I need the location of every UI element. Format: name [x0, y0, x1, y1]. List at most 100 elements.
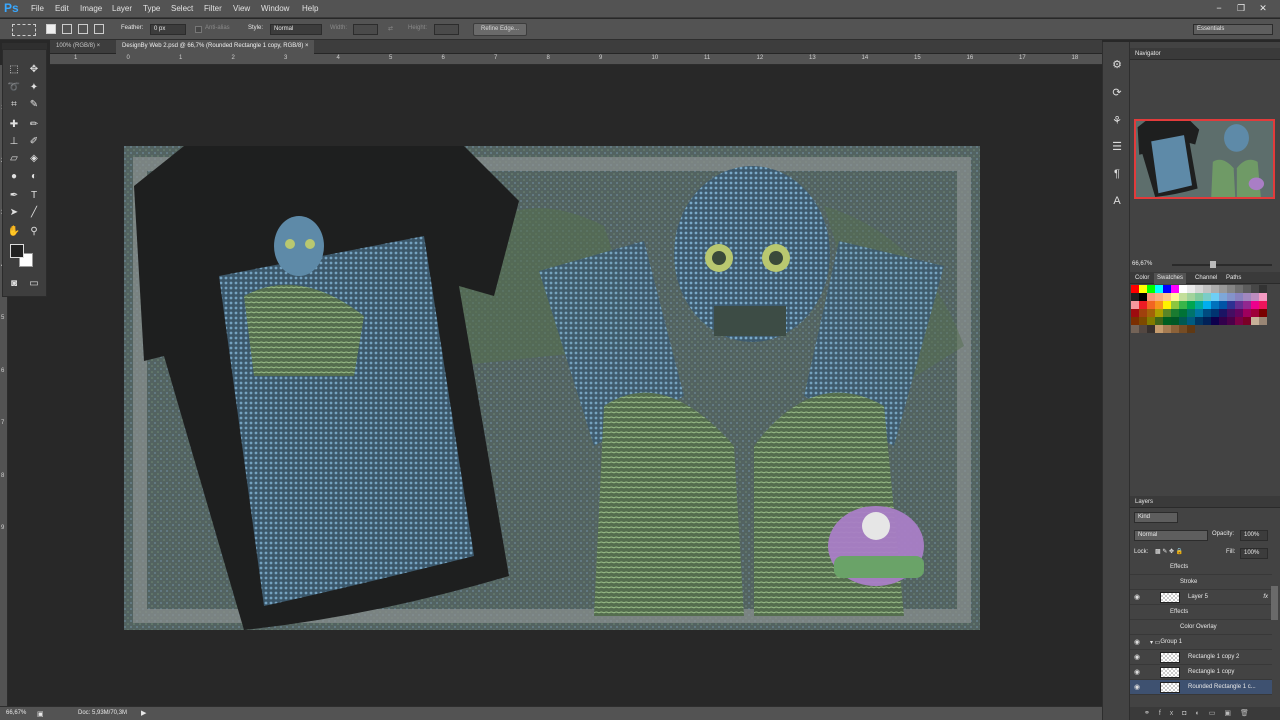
subtract-selection-icon[interactable]	[78, 24, 88, 34]
history-panel-icon[interactable]: ⚙	[1109, 56, 1125, 72]
color-swatch[interactable]	[1163, 317, 1171, 325]
restore-icon[interactable]: ❐	[1230, 1, 1252, 15]
color-swatch[interactable]	[1139, 309, 1147, 317]
magic-wand-icon[interactable]: ✦	[26, 80, 42, 94]
color-swatch[interactable]	[1163, 301, 1171, 309]
navigator-zoom[interactable]: 66,67%	[1132, 261, 1152, 267]
visibility-eye-icon[interactable]: ◉	[1130, 683, 1144, 691]
color-swatch[interactable]	[1131, 325, 1139, 333]
color-swatch[interactable]	[1163, 309, 1171, 317]
color-swatch[interactable]	[1227, 293, 1235, 301]
color-swatch[interactable]	[1187, 317, 1195, 325]
color-swatch[interactable]	[1251, 317, 1259, 325]
color-swatch[interactable]	[1171, 317, 1179, 325]
screen-mode-icon[interactable]: ▭	[26, 276, 42, 290]
document-canvas[interactable]	[124, 146, 980, 630]
lasso-tool-icon[interactable]: ➰	[6, 80, 22, 94]
swap-dimensions-icon[interactable]: ⇄	[388, 25, 393, 32]
layers-panel-title[interactable]: Layers	[1130, 496, 1280, 508]
menu-edit[interactable]: Edit	[55, 4, 69, 13]
color-swatch[interactable]	[1155, 293, 1163, 301]
color-swatch[interactable]	[1131, 309, 1139, 317]
color-swatch[interactable]	[1211, 285, 1219, 293]
color-swatch[interactable]	[1179, 285, 1187, 293]
color-swatch[interactable]	[1251, 293, 1259, 301]
navigator-slider-handle[interactable]	[1210, 261, 1216, 268]
color-swatch[interactable]	[1155, 309, 1163, 317]
color-swatch[interactable]	[1163, 325, 1171, 333]
color-swatch[interactable]	[1147, 309, 1155, 317]
color-swatch[interactable]	[1203, 301, 1211, 309]
marquee-tool-preset-icon[interactable]	[12, 24, 36, 36]
menu-help[interactable]: Help	[302, 4, 318, 13]
color-swatch[interactable]	[1155, 317, 1163, 325]
color-swatch[interactable]	[1131, 317, 1139, 325]
color-swatch[interactable]	[1139, 317, 1147, 325]
color-swatch[interactable]	[1187, 285, 1195, 293]
style-select[interactable]: Normal	[270, 24, 322, 35]
navigator-thumbnail[interactable]	[1134, 119, 1275, 199]
line-tool-icon[interactable]: ╱	[26, 205, 42, 219]
color-swatch[interactable]	[1211, 317, 1219, 325]
dodge-tool-icon[interactable]: ◐	[26, 169, 42, 183]
menu-window[interactable]: Window	[261, 4, 289, 13]
color-swatch[interactable]	[1219, 293, 1227, 301]
opacity-input[interactable]: 100%	[1240, 530, 1268, 541]
fill-input[interactable]: 100%	[1240, 548, 1268, 559]
pen-tool-icon[interactable]: ✒	[6, 188, 22, 202]
hand-tool-icon[interactable]: ✋	[6, 224, 22, 238]
color-swatch[interactable]	[1219, 285, 1227, 293]
blend-mode-select[interactable]: Normal	[1134, 530, 1208, 541]
color-swatch[interactable]	[1227, 285, 1235, 293]
brush-panel-icon[interactable]: ⚘	[1109, 112, 1125, 128]
visibility-eye-icon[interactable]: ◉	[1130, 668, 1144, 676]
color-swatch[interactable]	[1187, 309, 1195, 317]
antialias-checkbox[interactable]	[195, 26, 202, 33]
color-swatch[interactable]	[1179, 325, 1187, 333]
lock-icons[interactable]: ▩ ✎ ✥ 🔒	[1155, 548, 1183, 555]
color-swatch[interactable]	[1163, 285, 1171, 293]
adjustments-panel-icon[interactable]: ☰	[1109, 138, 1125, 154]
new-selection-icon[interactable]	[46, 24, 56, 34]
color-swatch[interactable]	[1155, 325, 1163, 333]
brush-tool-icon[interactable]: ✏	[26, 117, 42, 131]
healing-brush-icon[interactable]: ✚	[6, 117, 22, 131]
color-swatch[interactable]	[1227, 317, 1235, 325]
status-arrow-icon[interactable]: ▶	[141, 709, 146, 717]
color-swatch[interactable]	[1219, 301, 1227, 309]
layer-effects-icon[interactable]: fx	[1263, 594, 1268, 600]
blur-tool-icon[interactable]: ●	[6, 169, 22, 183]
crop-tool-icon[interactable]: ⌗	[6, 97, 22, 111]
color-swatch[interactable]	[1243, 309, 1251, 317]
color-swatch[interactable]	[1171, 293, 1179, 301]
feather-input[interactable]: 0 px	[150, 24, 186, 35]
tab-swatches[interactable]: Swatches	[1154, 273, 1187, 284]
color-swatch[interactable]	[1259, 301, 1267, 309]
tab-document-1[interactable]: 100% (RGB/8) ×	[50, 40, 106, 54]
zoom-tool-icon[interactable]: ⚲	[26, 224, 42, 238]
height-input[interactable]	[434, 24, 459, 35]
color-swatch[interactable]	[1195, 309, 1203, 317]
navigator-zoom-slider[interactable]	[1172, 264, 1272, 266]
color-swatch[interactable]	[1251, 309, 1259, 317]
workspace-select[interactable]: Essentials	[1193, 24, 1273, 35]
color-swatch[interactable]	[1139, 301, 1147, 309]
foreground-color-swatch[interactable]	[10, 244, 24, 258]
menu-image[interactable]: Image	[80, 4, 102, 13]
color-swatch[interactable]	[1147, 325, 1155, 333]
zoom-level[interactable]: 66,67%	[6, 710, 26, 716]
layer-row[interactable]: ◉ Rounded Rectangle 1 c...	[1130, 680, 1272, 695]
color-swatch[interactable]	[1227, 309, 1235, 317]
color-swatch[interactable]	[1147, 293, 1155, 301]
color-swatch[interactable]	[1179, 317, 1187, 325]
color-swatch[interactable]	[1251, 285, 1259, 293]
eyedropper-icon[interactable]: ✎	[26, 97, 42, 111]
layers-scrollbar[interactable]	[1271, 586, 1278, 620]
color-swatch[interactable]	[1203, 285, 1211, 293]
color-swatch[interactable]	[1259, 285, 1267, 293]
status-menu-icon[interactable]: ▣	[37, 710, 44, 718]
layer-row[interactable]: Effects	[1130, 560, 1272, 575]
color-swatch[interactable]	[1139, 325, 1147, 333]
color-swatch[interactable]	[1235, 309, 1243, 317]
color-swatch[interactable]	[1163, 293, 1171, 301]
